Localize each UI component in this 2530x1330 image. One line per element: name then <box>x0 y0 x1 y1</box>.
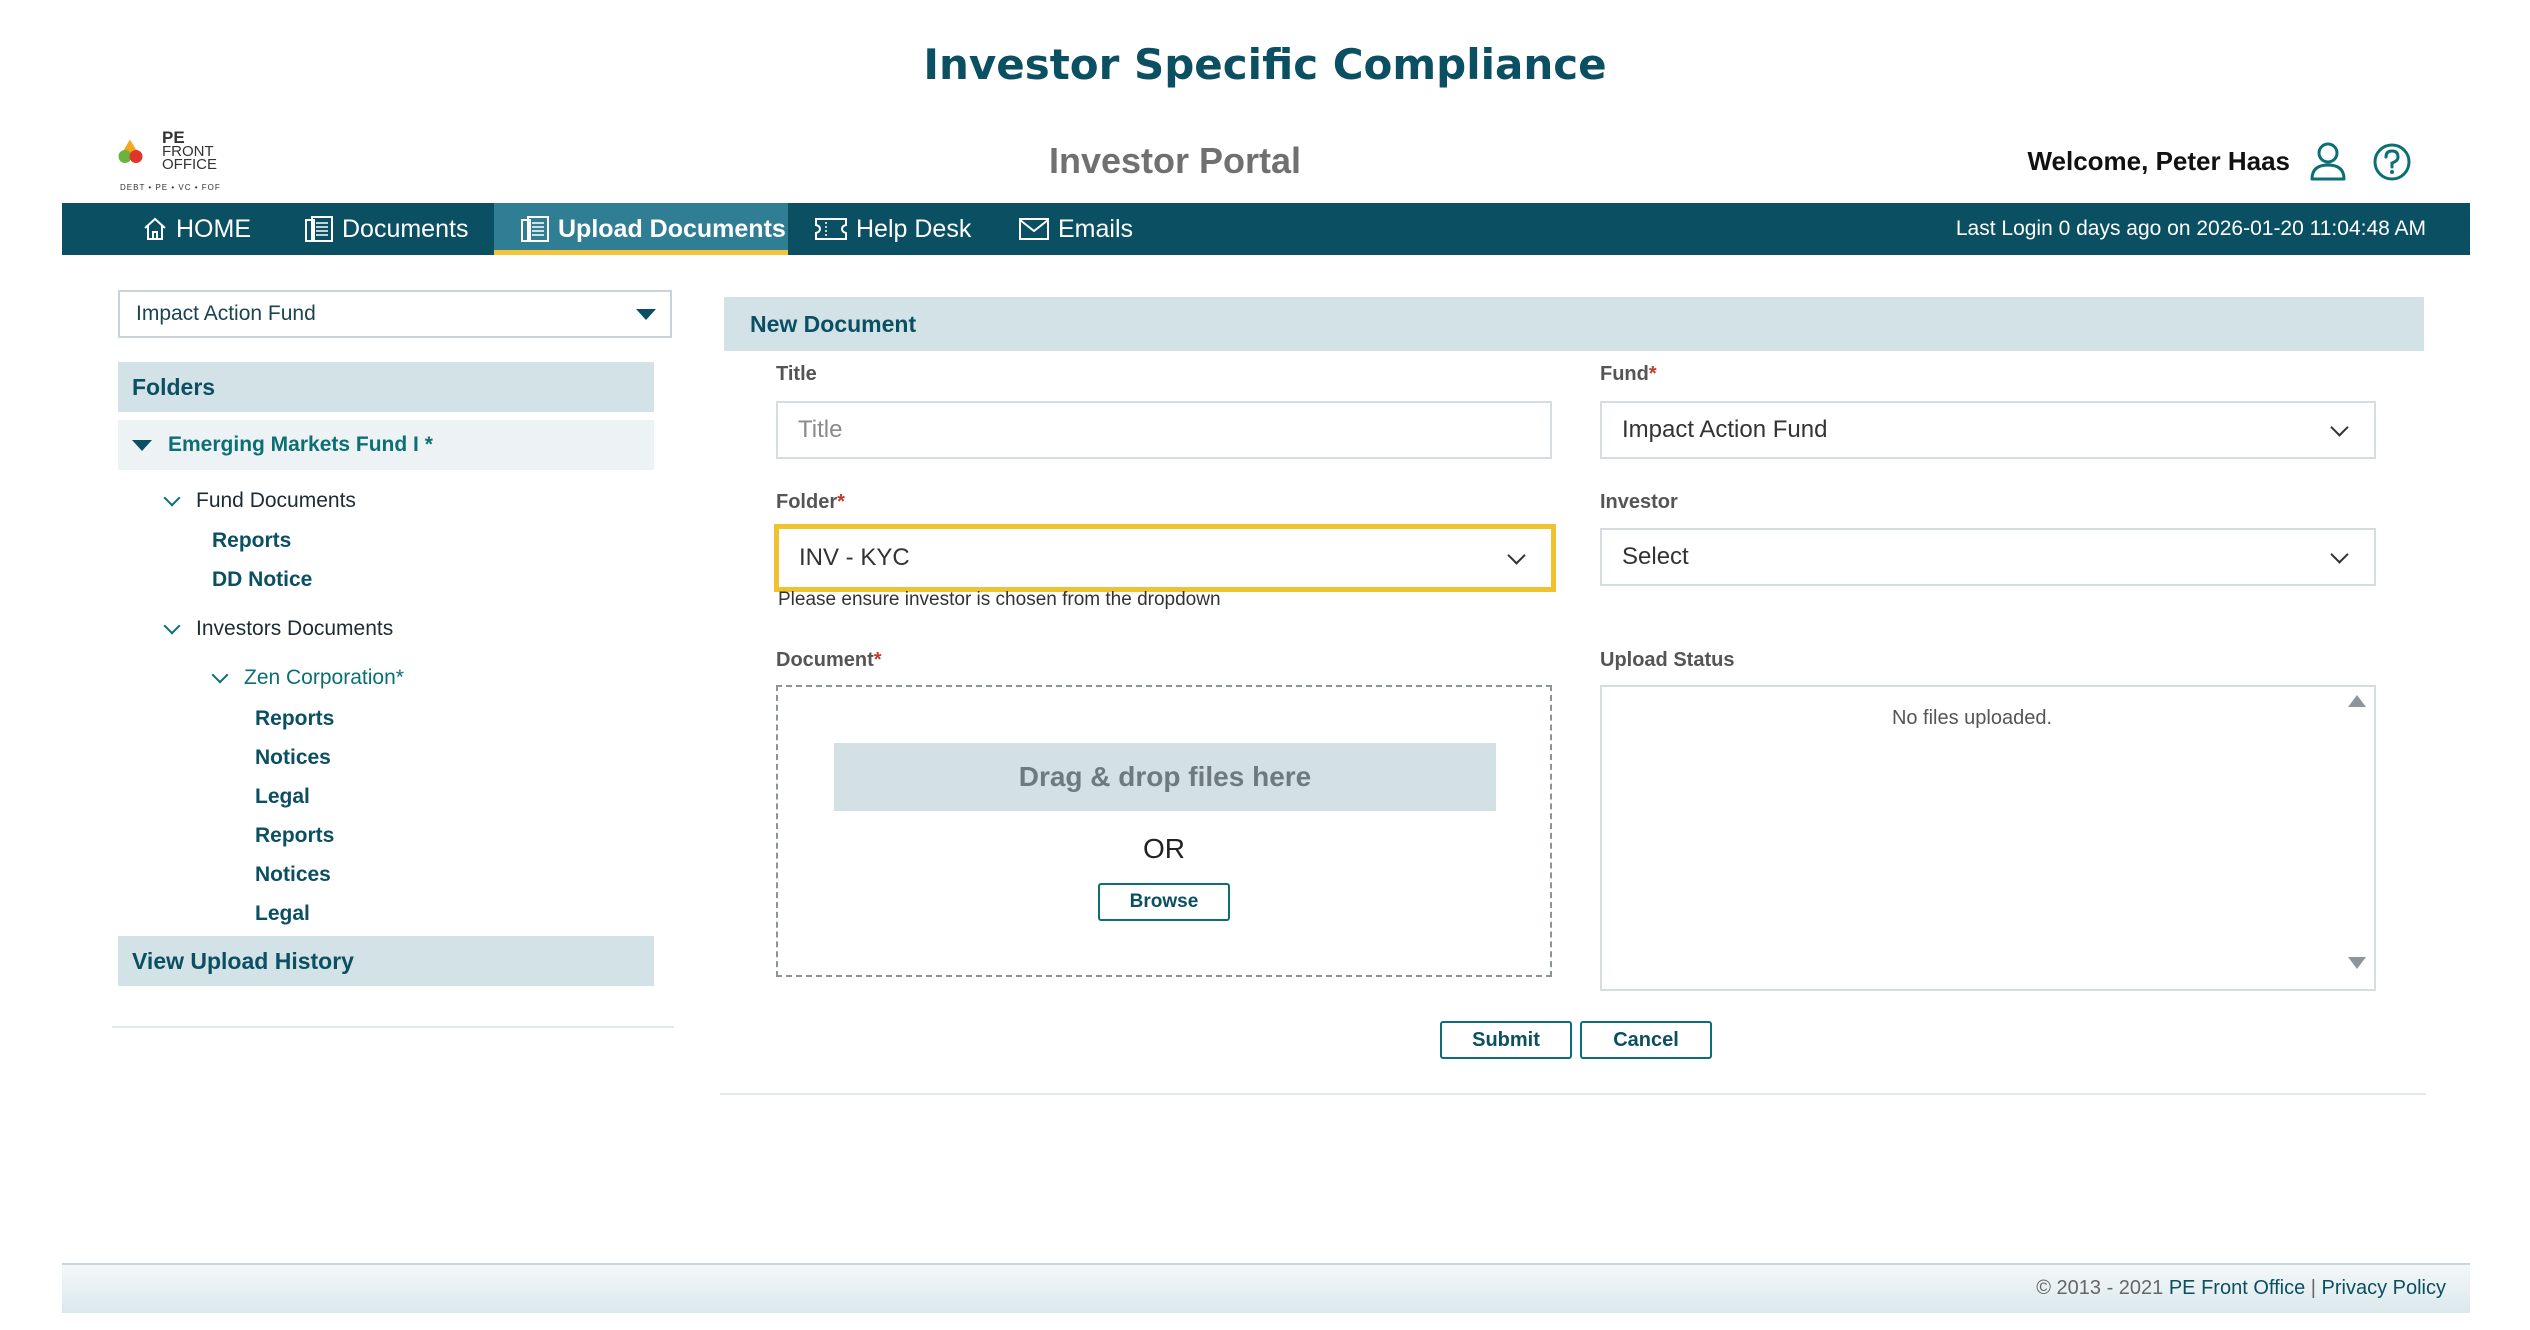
page-heading: Investor Specific Compliance <box>923 40 1607 89</box>
logo-tagline: DEBT • PE • VC • FOF <box>120 183 221 192</box>
investor-label: Investor <box>1600 491 1678 513</box>
title-label: Title <box>776 363 817 385</box>
tree-item-dd-notice[interactable]: DD Notice <box>212 565 312 595</box>
folder-hint: Please ensure investor is chosen from th… <box>778 589 1221 610</box>
tree-fund-documents[interactable]: Fund Documents <box>163 486 356 516</box>
folders-heading: Folders <box>118 362 654 412</box>
tree-item-fund-reports[interactable]: Reports <box>212 526 291 556</box>
footer-text: © 2013 - 2021 PE Front Office | Privacy … <box>2036 1277 2446 1300</box>
fund-select[interactable]: Impact Action Fund <box>1600 401 2376 459</box>
no-files-message: No files uploaded. <box>1891 707 2053 729</box>
nav-emails[interactable]: Emails <box>1018 203 1133 255</box>
ticket-icon <box>815 218 847 240</box>
chevron-down-icon <box>1507 546 1526 565</box>
folder-select-value: INV - KYC <box>799 544 910 571</box>
main-nav: HOME Documents Upload Documents Help Des… <box>62 203 2470 255</box>
scroll-up-icon[interactable] <box>2348 695 2366 707</box>
upload-status-label: Upload Status <box>1600 649 1735 671</box>
chevron-down-icon <box>2330 545 2349 564</box>
browse-button[interactable]: Browse <box>1098 883 1230 921</box>
sidebar-divider <box>112 1026 674 1028</box>
upload-documents-icon <box>521 216 549 242</box>
chevron-down-icon <box>163 617 181 635</box>
tree-root-label: Emerging Markets Fund I * <box>168 433 433 456</box>
nav-upload-documents-label: Upload Documents <box>558 214 786 243</box>
tree-investors-documents[interactable]: Investors Documents <box>163 614 394 644</box>
tree-item-reports[interactable]: Reports <box>255 704 334 734</box>
chevron-down-icon <box>211 666 229 684</box>
tree-item-notices[interactable]: Notices <box>255 860 331 890</box>
panel-divider <box>720 1093 2426 1095</box>
chevron-down-icon <box>2330 418 2349 437</box>
title-input[interactable]: Title <box>776 401 1552 459</box>
tree-item-notices[interactable]: Notices <box>255 743 331 773</box>
logo-wordmark: PE FRONT OFFICE <box>162 128 217 173</box>
tree-fund-documents-label: Fund Documents <box>196 489 356 512</box>
tree-item-legal[interactable]: Legal <box>255 899 310 929</box>
cancel-button[interactable]: Cancel <box>1580 1021 1712 1059</box>
home-icon <box>144 217 166 240</box>
footer: © 2013 - 2021 PE Front Office | Privacy … <box>62 1263 2470 1313</box>
welcome-text: Welcome, Peter Haas <box>2027 146 2290 176</box>
nav-home[interactable]: HOME <box>142 203 251 255</box>
nav-home-label: HOME <box>176 214 251 243</box>
tree-item-legal[interactable]: Legal <box>255 782 310 812</box>
or-separator: OR <box>1143 833 1185 864</box>
folder-label: Folder* <box>776 491 845 513</box>
footer-separator: | <box>2305 1277 2322 1299</box>
portal-title: Investor Portal <box>1048 140 1302 181</box>
fund-label: Fund* <box>1600 363 1657 385</box>
sidebar-fund-select[interactable]: Impact Action Fund <box>118 290 672 338</box>
company-link[interactable]: PE Front Office <box>2169 1277 2305 1299</box>
tree-zen-corporation-label: Zen Corporation* <box>244 666 404 689</box>
panel-title: New Document <box>724 297 2424 351</box>
nav-upload-documents[interactable]: Upload Documents <box>494 203 788 255</box>
submit-button[interactable]: Submit <box>1440 1021 1572 1059</box>
investor-select-value: Select <box>1622 543 1689 570</box>
title-placeholder: Title <box>798 416 843 443</box>
copyright-text: © 2013 - 2021 <box>2036 1277 2169 1299</box>
caret-down-icon <box>636 309 656 320</box>
nav-emails-label: Emails <box>1058 214 1134 243</box>
tree-zen-corporation[interactable]: Zen Corporation* <box>211 663 404 693</box>
mail-icon <box>1019 218 1049 240</box>
caret-down-icon <box>132 439 152 451</box>
chevron-down-icon <box>163 489 181 507</box>
upload-status-box: No files uploaded. <box>1600 685 2376 991</box>
sidebar-fund-value: Impact Action Fund <box>136 302 316 325</box>
user-profile-icon[interactable] <box>2308 140 2348 182</box>
document-label: Document* <box>776 649 882 671</box>
nav-documents-label: Documents <box>342 214 469 243</box>
privacy-policy-link[interactable]: Privacy Policy <box>2322 1277 2446 1299</box>
scroll-down-icon[interactable] <box>2348 957 2366 969</box>
nav-help-desk-label: Help Desk <box>856 214 972 243</box>
tree-root-emerging-markets[interactable]: Emerging Markets Fund I * <box>118 420 654 470</box>
nav-help-desk[interactable]: Help Desk <box>814 203 971 255</box>
fund-select-value: Impact Action Fund <box>1622 416 1828 443</box>
investor-select[interactable]: Select <box>1600 528 2376 586</box>
view-upload-history-link[interactable]: View Upload History <box>118 936 654 986</box>
documents-icon <box>305 216 333 242</box>
tree-item-reports[interactable]: Reports <box>255 821 334 851</box>
last-login-text: Last Login 0 days ago on 2026-01-20 11:0… <box>1955 217 2426 240</box>
nav-documents[interactable]: Documents <box>304 203 468 255</box>
help-icon[interactable] <box>2372 142 2412 182</box>
folder-select[interactable]: INV - KYC <box>774 524 1556 592</box>
document-dropzone[interactable]: Drag & drop files here OR Browse <box>776 685 1552 977</box>
tree-investors-documents-label: Investors Documents <box>196 617 394 640</box>
drag-drop-area[interactable]: Drag & drop files here <box>834 743 1496 811</box>
